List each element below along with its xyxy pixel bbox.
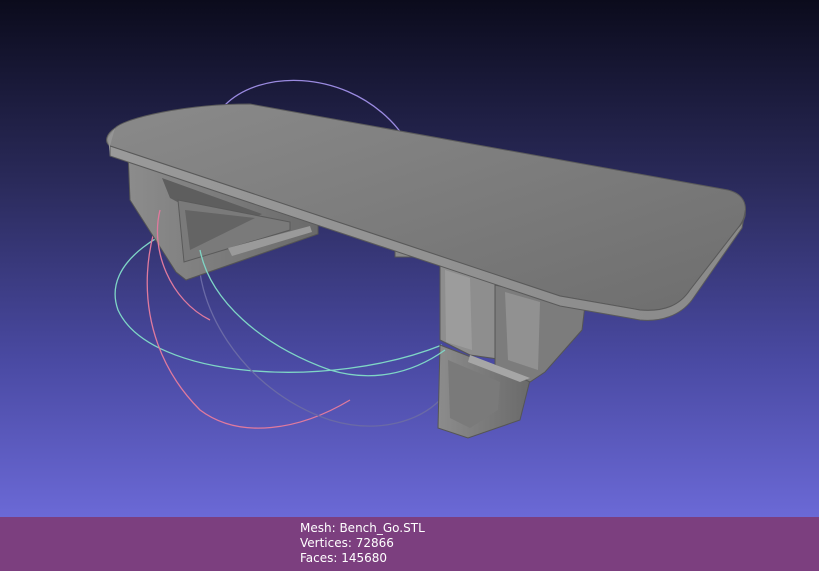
info-bar: Mesh: Bench_Go.STL Vertices: 72866 Faces…: [0, 517, 819, 571]
mesh-render-canvas[interactable]: [0, 0, 819, 517]
vertex-count-label: Vertices: 72866: [300, 536, 394, 550]
face-count-label: Faces: 145680: [300, 551, 388, 565]
3d-viewport[interactable]: [0, 0, 819, 517]
trackball-blue-ring-lower: [198, 239, 441, 427]
mesh-name-label: Mesh: Bench_Go.STL: [300, 521, 425, 535]
mesh-info: Mesh: Bench_Go.STL Vertices: 72866 Faces…: [300, 521, 425, 566]
